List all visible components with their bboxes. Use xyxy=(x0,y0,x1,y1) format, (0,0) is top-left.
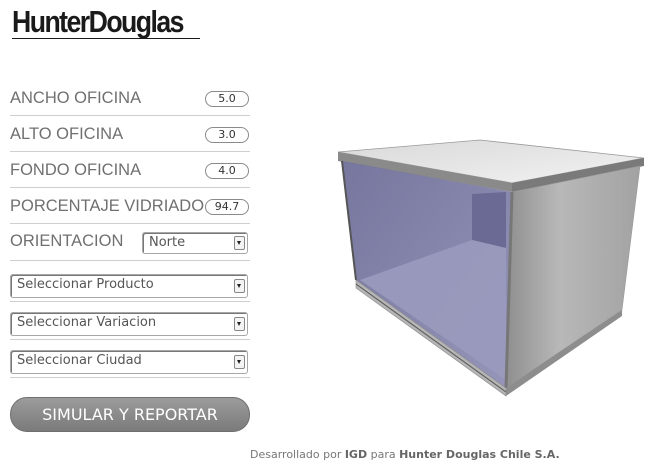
chevron-down-icon xyxy=(234,236,245,250)
alto-oficina-input[interactable]: 3.0 xyxy=(205,127,249,143)
logo-underline xyxy=(12,38,200,39)
ancho-oficina-input[interactable]: 5.0 xyxy=(205,91,249,107)
divider xyxy=(10,339,250,340)
chevron-down-icon xyxy=(234,279,245,293)
footer-prefix: Desarrollado por xyxy=(250,448,345,461)
orientacion-selected-value: Norte xyxy=(149,235,186,250)
variacion-select[interactable]: Seleccionar Variacion xyxy=(10,312,248,336)
variacion-select-value: Seleccionar Variacion xyxy=(17,315,157,330)
chevron-down-icon xyxy=(234,317,245,331)
orientacion-row: ORIENTACION Norte xyxy=(10,224,250,261)
alto-oficina-label: ALTO OFICINA xyxy=(10,125,124,143)
orientacion-label: ORIENTACION xyxy=(10,232,124,250)
office-side-wall xyxy=(505,165,641,389)
porcentaje-vidriado-label: PORCENTAJE VIDRIADO xyxy=(10,197,205,215)
orientacion-select[interactable]: Norte xyxy=(142,232,248,254)
footer-developer: IGD xyxy=(344,448,368,461)
hunter-douglas-logo: HunterDouglas xyxy=(12,4,184,39)
fondo-oficina-label: FONDO OFICINA xyxy=(10,161,142,179)
producto-select-value: Seleccionar Producto xyxy=(17,277,154,292)
office-3d-preview xyxy=(337,139,645,397)
footer-credit: Desarrollado por IGD para Hunter Douglas… xyxy=(250,448,560,461)
ciudad-select[interactable]: Seleccionar Ciudad xyxy=(10,350,248,374)
simular-y-reportar-button[interactable]: SIMULAR Y REPORTAR xyxy=(10,397,250,432)
office-back-wall xyxy=(472,192,506,248)
porcentaje-vidriado-row: PORCENTAJE VIDRIADO 94.7 xyxy=(10,188,250,224)
fondo-oficina-row: FONDO OFICINA 4.0 xyxy=(10,152,250,188)
ancho-oficina-label: ANCHO OFICINA xyxy=(10,89,142,107)
alto-oficina-row: ALTO OFICINA 3.0 xyxy=(10,116,250,152)
divider xyxy=(10,301,250,302)
chevron-down-icon xyxy=(234,355,245,369)
footer-company: Hunter Douglas Chile S.A. xyxy=(399,448,560,461)
divider xyxy=(10,377,250,378)
footer-middle: para xyxy=(367,448,400,461)
porcentaje-vidriado-input[interactable]: 94.7 xyxy=(205,199,249,215)
producto-select[interactable]: Seleccionar Producto xyxy=(10,274,248,298)
fondo-oficina-input[interactable]: 4.0 xyxy=(205,163,249,179)
ciudad-select-value: Seleccionar Ciudad xyxy=(17,353,142,368)
ancho-oficina-row: ANCHO OFICINA 5.0 xyxy=(10,80,250,116)
